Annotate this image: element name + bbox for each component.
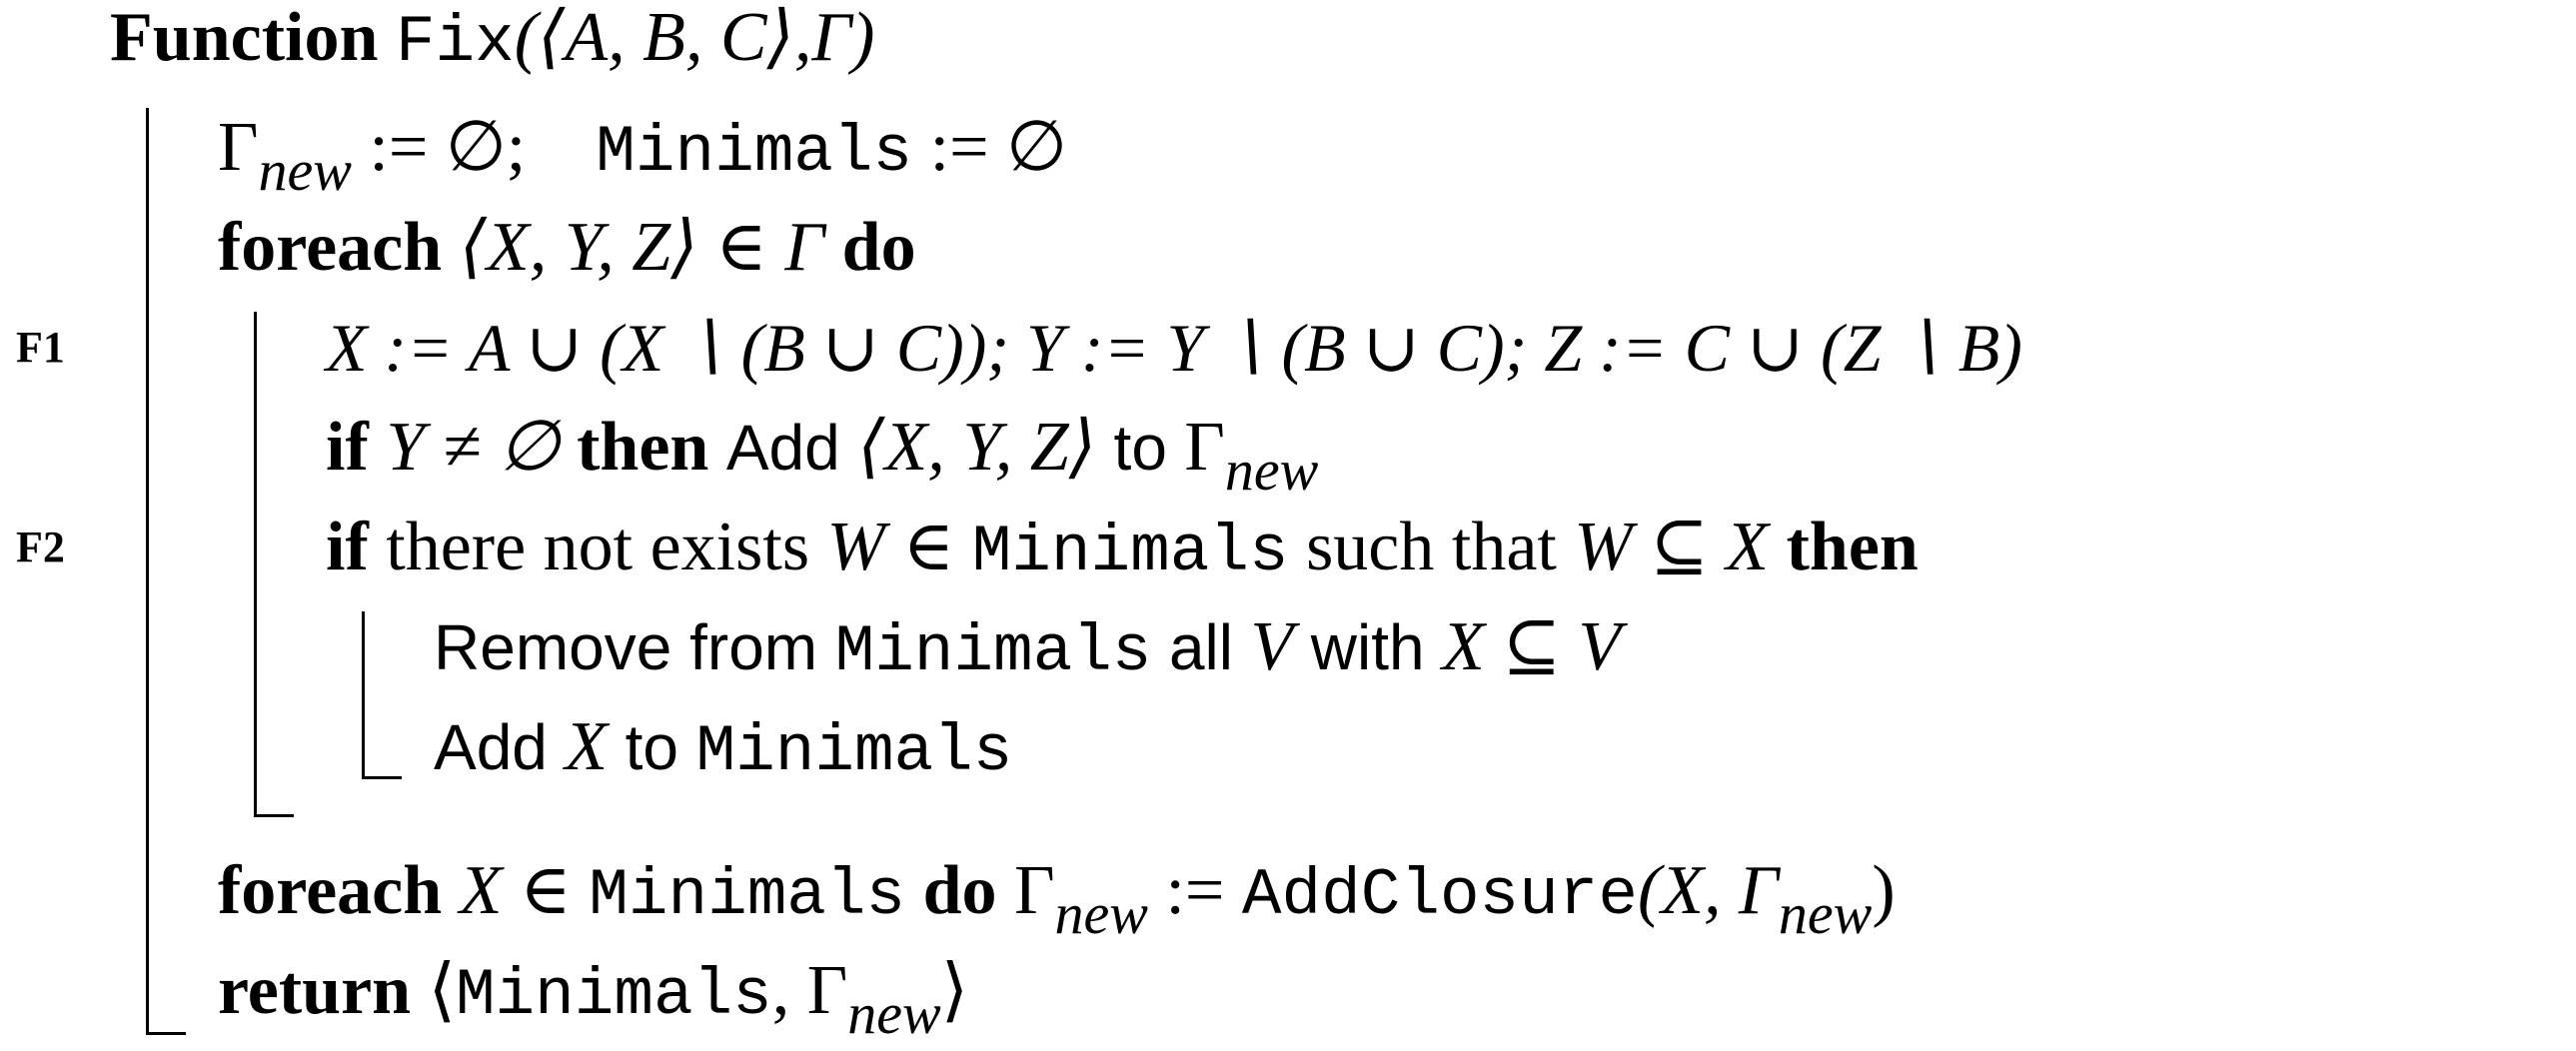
foreach-closure-line: foreach X ∈ Minimals do Γnew := AddClosu… [218,841,1896,946]
function-name: Fix [395,5,515,80]
do-keyword: do [922,852,997,929]
return-subscript: new [847,981,941,1046]
add-word: Add [725,412,840,484]
label-f2: F2 [16,523,65,571]
function-block-end [146,1032,186,1035]
if2-text-1: there not exists [386,509,810,585]
triple-expr: ⟨X, Y, Z⟩ [857,409,1097,486]
var-w: W ∈ [826,509,955,585]
function-header: Function Fix(⟨A, B, C⟩,Γ) [110,0,875,93]
if-block-end [362,776,402,779]
var-x: X [565,708,609,785]
minimals-var: Minimals [589,858,906,933]
init-assign-2: := ∅ [912,109,1068,186]
foreach-expr: ⟨X, Y, Z⟩ ∈ Γ [459,209,825,286]
return-close: ⟩ [940,952,969,1029]
add-text-1: Add [434,711,548,783]
foreach2-expr: X ∈ [459,852,572,929]
function-args: (⟨A, B, C⟩,Γ) [514,0,875,76]
gamma-symbol: Γ [1014,852,1055,929]
if-keyword: if [326,509,369,585]
foreach-keyword: foreach [218,852,443,929]
to-word: to [1113,412,1167,484]
if-not-exists-line: if there not exists W ∈ Minimals such th… [326,498,1919,602]
label-f1: F1 [16,323,65,372]
then-keyword: then [577,409,709,486]
return-comma: , Γ [771,952,848,1029]
remove-text-1: Remove from [434,611,818,683]
return-keyword: return [218,952,412,1029]
foreach-block-end [254,814,294,817]
add-text-2: to [625,711,679,783]
if-nonempty-line: if Y ≠ ∅ then Add ⟨X, Y, Z⟩ to Γnew [326,398,1319,503]
minimals-var: Minimals [596,115,913,190]
addclosure-call: AddClosure [1241,858,1638,933]
minimals-var: Minimals [834,614,1152,689]
closure-args-open: (X, Γ [1637,852,1779,929]
f1-statement: X := A ∪ (X ∖ (B ∪ C)); Y := Y ∖ (B ∪ C)… [326,310,2022,386]
if-condition: Y ≠ ∅ [386,409,560,486]
remove-line: Remove from Minimals all V with X ⊆ V [434,597,1621,702]
init-line: Γnew := ∅; Minimals := ∅ [218,98,1067,203]
foreach-line: foreach ⟨X, Y, Z⟩ ∈ Γ do [218,198,916,298]
return-open: ⟨ [428,952,456,1029]
gamma-subscript: new [258,138,352,203]
remove-condition: X ⊆ V [1442,608,1622,685]
function-block-rule [146,108,149,1035]
remove-text-2: all [1168,611,1233,683]
minimals-var: Minimals [695,714,1013,789]
closure-assign: := [1147,852,1242,929]
gamma-subscript: new [1224,438,1319,503]
minimals-var: Minimals [455,958,772,1033]
foreach-block-rule [254,312,257,817]
if2-text-2: such that [1306,509,1557,585]
if-block-rule [362,611,365,779]
init-assign-1: := ∅; [351,109,527,186]
return-line: return ⟨Minimals, Γnew⟩ [218,941,968,1046]
gamma-symbol: Γ [218,109,259,186]
gamma-symbol: Γ [1184,409,1225,486]
var-v: V [1250,608,1294,685]
minimals-var: Minimals [971,515,1289,589]
closure-args-close: ) [1872,852,1896,929]
gamma-subscript: new [1054,881,1148,946]
foreach-keyword: foreach [218,209,443,286]
if-keyword: if [326,409,369,486]
remove-text-3: with [1310,611,1425,683]
if2-condition: W ⊆ X [1574,509,1770,585]
do-keyword: do [841,209,916,286]
function-keyword: Function [110,0,379,76]
algorithm-figure: Function Fix(⟨A, B, C⟩,Γ) Γnew := ∅; Min… [0,0,2576,1051]
then-keyword: then [1786,509,1919,585]
closure-args-subscript: new [1778,881,1873,946]
add-line: Add X to Minimals [434,697,1012,802]
